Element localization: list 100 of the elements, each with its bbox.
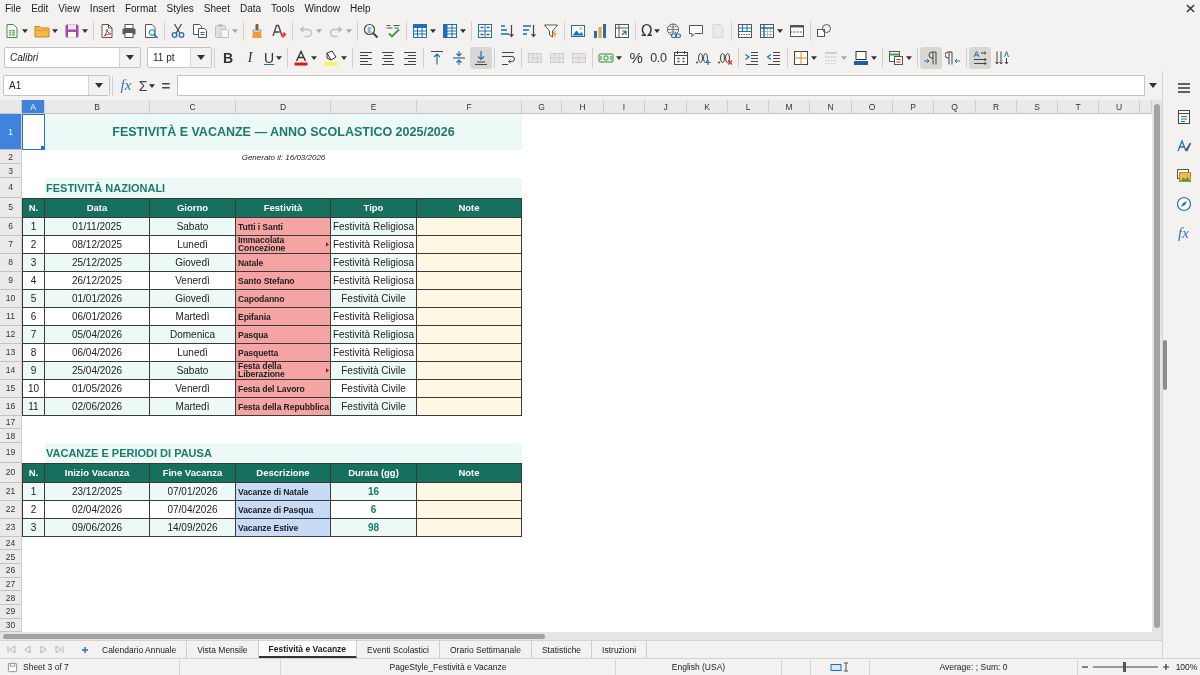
menu-item[interactable]: Format <box>119 0 162 17</box>
sheet-tab[interactable]: Vista Mensile <box>187 641 259 658</box>
menu-item[interactable]: Insert <box>84 0 120 17</box>
spellcheck-icon <box>385 22 401 39</box>
shapes-icon <box>816 22 833 39</box>
column-header[interactable]: H <box>562 100 604 114</box>
underline-button[interactable]: U <box>261 46 286 69</box>
sheet-tab[interactable]: Orario Settimanale <box>440 641 532 658</box>
left-to-right-button[interactable] <box>919 46 942 69</box>
special-character-button[interactable]: Ω <box>638 19 664 42</box>
menu-item[interactable]: Edit <box>26 0 54 17</box>
selection-mode-icon[interactable] <box>830 662 850 672</box>
functions-button[interactable]: fx <box>1171 221 1196 245</box>
function-wizard-button[interactable]: fx <box>116 75 136 96</box>
column-header[interactable]: N <box>810 100 852 114</box>
caret-icon <box>126 55 134 60</box>
properties-icon <box>1175 109 1192 125</box>
section-heading: FESTIVITÀ NAZIONALI <box>45 178 522 198</box>
name-box[interactable]: A1 <box>3 75 110 96</box>
sheet-tab[interactable]: Calendario Annuale <box>92 641 188 658</box>
column-header[interactable]: M <box>769 100 810 114</box>
menu-item[interactable]: View <box>53 0 85 17</box>
caret-icon <box>1149 83 1157 88</box>
italic-button[interactable]: I <box>239 46 261 69</box>
bold-button[interactable]: B <box>217 46 239 69</box>
table-header-cell: N. <box>22 462 45 483</box>
number-format-button[interactable]: 0.0 <box>647 46 670 69</box>
border-color-icon <box>852 49 869 66</box>
column-header[interactable]: T <box>1058 100 1099 114</box>
gallery-icon <box>1175 167 1192 183</box>
menu-item[interactable]: Sheet <box>198 0 235 17</box>
font-name-field[interactable]: Calibri <box>4 47 141 68</box>
vertical-scrollbar[interactable] <box>1152 100 1162 632</box>
column-header[interactable]: J <box>645 100 687 114</box>
sidebar-handle[interactable] <box>1163 339 1167 390</box>
column-header[interactable]: G <box>522 100 562 114</box>
sheet-tab[interactable]: Festività e Vacanze <box>258 641 358 658</box>
column-header[interactable]: F <box>417 100 522 114</box>
arrow-right-icon <box>38 646 48 653</box>
document-magnifier-icon <box>143 22 159 39</box>
menu-item[interactable]: Tools <box>266 0 300 17</box>
menu-item[interactable]: Window <box>299 0 345 17</box>
column-header[interactable]: I <box>604 100 645 114</box>
column-header[interactable]: B <box>45 100 150 114</box>
caret-icon <box>149 83 156 88</box>
column-header[interactable]: D <box>236 100 331 114</box>
sheet-tab[interactable]: Eventi Scolastici <box>357 641 440 658</box>
close-document-button[interactable] <box>1185 3 1195 14</box>
language-label[interactable]: English (USA) <box>671 662 726 672</box>
column-header[interactable]: A <box>22 100 45 114</box>
styles-icon <box>1175 138 1192 154</box>
sheet-tab[interactable]: Statistiche <box>531 641 593 658</box>
sheet-tab[interactable]: Istruzioni <box>592 641 648 658</box>
horizontal-scrollbar[interactable] <box>0 632 1162 640</box>
indent-icon <box>743 49 760 66</box>
row-header[interactable]: 1 <box>0 114 22 150</box>
row-header[interactable]: 25 <box>0 550 22 564</box>
arrow-left-icon <box>22 646 32 653</box>
caret-icon <box>232 28 238 33</box>
column-header[interactable]: S <box>1017 100 1058 114</box>
align-bottom-button[interactable] <box>470 46 493 69</box>
column-header[interactable]: Q <box>934 100 976 114</box>
dropdown-button[interactable] <box>190 48 211 67</box>
text-left-to-right-button[interactable] <box>968 46 991 69</box>
menu-item[interactable]: File <box>0 0 27 17</box>
highlighter-icon <box>323 49 340 66</box>
row-header[interactable]: 2 <box>0 150 22 164</box>
column-header[interactable]: U <box>1099 100 1140 114</box>
row-header[interactable]: 18 <box>0 429 22 443</box>
menu-item[interactable]: Styles <box>161 0 199 17</box>
column-header[interactable]: E <box>331 100 417 114</box>
zoom-slider-thumb[interactable] <box>1123 662 1127 672</box>
column-header[interactable]: K <box>687 100 728 114</box>
zoom-percent-label[interactable]: 100% <box>1175 662 1198 672</box>
percent-button[interactable]: % <box>625 46 648 69</box>
row-header[interactable]: 5 <box>0 197 22 218</box>
menu-item[interactable]: Help <box>345 0 376 17</box>
column-header[interactable]: O <box>852 100 893 114</box>
row-header[interactable]: 28 <box>0 591 22 605</box>
dropdown-button[interactable] <box>119 48 140 67</box>
cell-cursor <box>22 114 45 150</box>
formula-button[interactable]: = <box>158 75 174 96</box>
dropdown-button[interactable] <box>88 76 109 95</box>
row-header[interactable]: 20 <box>0 462 22 483</box>
column-header[interactable]: C <box>150 100 236 114</box>
page-style-label[interactable]: PageStyle_Festività e Vacanze <box>389 662 507 672</box>
formula-input-field[interactable] <box>177 75 1145 96</box>
row-header[interactable]: 4 <box>0 178 22 198</box>
row-header[interactable]: 3 <box>0 164 22 178</box>
zoom-in-button[interactable] <box>1161 661 1171 673</box>
font-size-field[interactable]: 11 pt <box>147 47 212 68</box>
scrollbar-thumb[interactable] <box>1154 104 1160 628</box>
column-header[interactable]: R <box>976 100 1017 114</box>
scrollbar-thumb[interactable] <box>3 633 545 639</box>
column-header[interactable]: L <box>728 100 769 114</box>
column-header[interactable]: P <box>893 100 934 114</box>
menu-item[interactable]: Data <box>234 0 267 17</box>
row-header[interactable]: 19 <box>0 443 22 463</box>
sum-button[interactable]: Σ <box>136 75 158 96</box>
table-header-cell: Durata (gg) <box>331 462 417 483</box>
